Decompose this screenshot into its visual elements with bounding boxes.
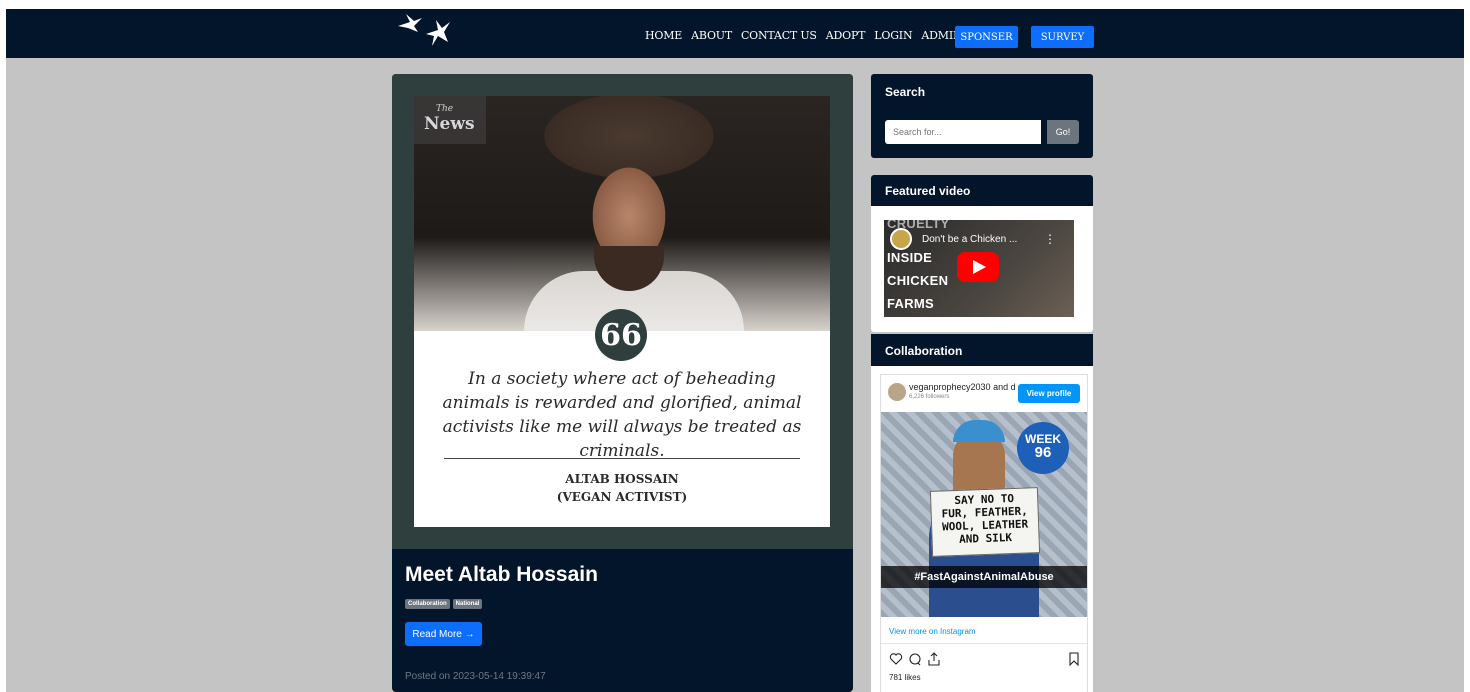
nav-links: HOME ABOUT CONTACT US ADOPT LOGIN ADMIN xyxy=(645,29,963,42)
channel-avatar[interactable] xyxy=(890,228,912,250)
sponser-button[interactable]: SPONSER xyxy=(955,26,1018,48)
tag-collaboration[interactable]: Collaboration xyxy=(405,599,450,609)
insta-hashtag: #FastAgainstAnimalAbuse xyxy=(881,566,1087,588)
nav-login[interactable]: LOGIN xyxy=(874,29,912,42)
video-title: Featured video xyxy=(885,184,971,198)
quote-author-role: (VEGAN ACTIVIST) xyxy=(556,490,688,504)
tag-national[interactable]: National xyxy=(452,599,483,609)
nav-adopt[interactable]: ADOPT xyxy=(826,29,866,42)
bookmark-icon[interactable] xyxy=(1067,652,1081,671)
posted-date: Posted on 2023-05-14 19:39:47 xyxy=(405,671,546,682)
search-title: Search xyxy=(885,85,926,99)
video-player[interactable]: CRUELTY INSIDE CHICKEN FARMS Don't be a … xyxy=(884,220,1074,317)
nav-home[interactable]: HOME xyxy=(645,29,682,42)
video-thumb-line-4: FARMS xyxy=(887,296,934,311)
news-badge-word: News xyxy=(424,114,475,134)
post-tags: Collaboration National xyxy=(405,599,483,609)
featured-video-widget: Featured video CRUELTY INSIDE CHICKEN FA… xyxy=(871,175,1093,332)
share-icon[interactable] xyxy=(927,652,941,671)
nav-contact-us[interactable]: CONTACT US xyxy=(741,29,817,42)
quote-icon: 66 xyxy=(595,309,647,361)
video-thumb-line-2: INSIDE xyxy=(887,250,933,265)
video-thumb-line-3: CHICKEN xyxy=(887,273,949,288)
quote-author: ALTAB HOSSAIN (VEGAN ACTIVIST) xyxy=(436,470,808,506)
video-header: Featured video xyxy=(871,175,1093,206)
collaboration-widget: Collaboration veganprophecy2030 and d 6,… xyxy=(871,334,1093,692)
collab-header: Collaboration xyxy=(871,334,1093,366)
insta-sign: SAY NO TO FUR, FEATHER, WOOL, LEATHER AN… xyxy=(929,487,1041,557)
comment-icon[interactable] xyxy=(908,652,922,671)
insta-divider xyxy=(881,643,1087,644)
news-badge: The News xyxy=(414,96,486,144)
insta-username[interactable]: veganprophecy2030 and d xyxy=(909,382,1019,392)
quote-author-name: ALTAB HOSSAIN xyxy=(565,472,679,486)
view-more-instagram-link[interactable]: View more on Instagram xyxy=(889,627,976,636)
read-more-button[interactable]: Read More → xyxy=(405,622,482,646)
collab-title: Collaboration xyxy=(885,344,963,358)
insta-followers: 6,226 followers xyxy=(909,394,950,400)
more-vert-icon[interactable]: ⋮ xyxy=(1044,232,1056,246)
nav-about[interactable]: ABOUT xyxy=(691,29,732,42)
news-badge-the: The xyxy=(436,104,454,114)
instagram-embed: veganprophecy2030 and d 6,226 followers … xyxy=(880,374,1088,692)
search-widget: Search Go! xyxy=(871,74,1093,158)
insta-actions xyxy=(889,652,1081,670)
insta-avatar[interactable] xyxy=(888,383,906,401)
week-badge: WEEK 96 xyxy=(1017,422,1069,474)
insta-post-image[interactable]: SAY NO TO FUR, FEATHER, WOOL, LEATHER AN… xyxy=(881,412,1087,617)
youtube-play-icon[interactable] xyxy=(957,252,999,282)
post-image[interactable]: The News In a society where act of behea… xyxy=(392,74,853,549)
view-profile-button[interactable]: View profile xyxy=(1018,384,1080,403)
post-title[interactable]: Meet Altab Hossain xyxy=(405,563,598,587)
video-channel-title[interactable]: Don't be a Chicken ... xyxy=(922,234,1017,245)
insta-likes: 781 likes xyxy=(889,673,921,682)
quote-divider xyxy=(444,458,800,459)
survey-button[interactable]: SURVEY xyxy=(1031,26,1094,48)
heart-icon[interactable] xyxy=(889,652,903,671)
search-input[interactable] xyxy=(885,120,1041,144)
search-go-button[interactable]: Go! xyxy=(1047,120,1079,144)
doves-logo-icon[interactable] xyxy=(394,12,454,50)
activist-photo: The News xyxy=(414,96,830,331)
quote-text: In a society where act of beheading anim… xyxy=(442,369,802,461)
insta-person-cap xyxy=(953,420,1005,442)
week-number: 96 xyxy=(1034,444,1052,461)
post-card: The News In a society where act of behea… xyxy=(392,74,853,692)
